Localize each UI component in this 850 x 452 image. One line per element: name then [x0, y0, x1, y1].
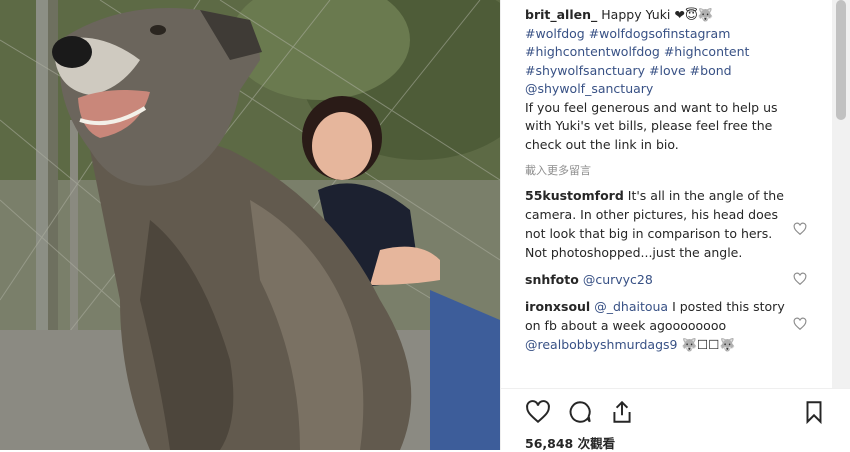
comment-item: 55kustomford It's all in the angle of the…: [525, 186, 807, 262]
comment-item: snhfoto @curvyc28: [525, 270, 807, 289]
post-caption: brit_allen_ Happy Yuki ❤😇🐺 #wolfdog #wolf…: [525, 6, 805, 154]
hashtag-line[interactable]: #shywolfsanctuary #love #bond: [525, 62, 805, 81]
heart-icon[interactable]: [793, 317, 807, 331]
post-sidebar: brit_allen_ Happy Yuki ❤😇🐺 #wolfdog #wolf…: [500, 0, 850, 451]
caption-username[interactable]: brit_allen_: [525, 7, 597, 22]
post-photo: [0, 0, 500, 450]
load-more-comments[interactable]: 載入更多留言: [525, 162, 833, 178]
comment-item: ironxsoul @_dhaitoua I posted this story …: [525, 297, 807, 354]
like-heart-icon[interactable]: [525, 399, 551, 425]
comment-mention[interactable]: @curvyc28: [583, 272, 653, 287]
scrollbar[interactable]: [832, 0, 850, 388]
comment-username[interactable]: ironxsoul: [525, 299, 590, 314]
comment-username[interactable]: snhfoto: [525, 272, 579, 287]
mention-link[interactable]: @shywolf_sanctuary: [525, 80, 805, 99]
comment-icon[interactable]: [567, 399, 593, 425]
hashtag-line[interactable]: #highcontentwolfdog #highcontent: [525, 43, 805, 62]
wolf-and-woman-photo: [0, 0, 500, 450]
comment-mention[interactable]: @realbobbyshmurdags9: [525, 337, 677, 352]
heart-icon[interactable]: [793, 272, 807, 286]
comment-emoji: 🐺☐☐🐺: [681, 337, 736, 352]
scrollbar-thumb[interactable]: [836, 0, 846, 120]
post-actions-bar: 56,848 次觀看: [501, 388, 850, 451]
comments-scroll-area[interactable]: brit_allen_ Happy Yuki ❤😇🐺 #wolfdog #wolf…: [501, 0, 833, 388]
view-count: 56,848 次觀看: [525, 436, 616, 451]
caption-text: Happy Yuki ❤😇🐺: [601, 7, 714, 22]
share-icon[interactable]: [609, 399, 635, 425]
caption-body: If you feel generous and want to help us…: [525, 99, 778, 152]
save-bookmark-icon[interactable]: [801, 399, 827, 425]
comment-username[interactable]: 55kustomford: [525, 188, 624, 203]
heart-icon[interactable]: [793, 222, 807, 236]
hashtag-line[interactable]: #wolfdog #wolfdogsofinstagram: [525, 25, 805, 44]
comment-mention[interactable]: @_dhaitoua: [594, 299, 668, 314]
